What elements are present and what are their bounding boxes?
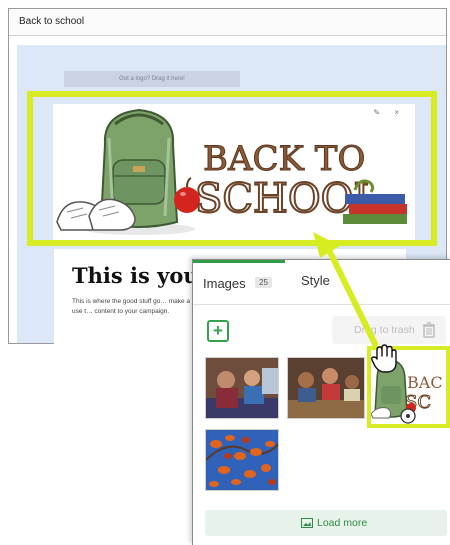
autumn-leaves-photo-thumbnail	[206, 430, 278, 490]
classroom-photo-thumbnail	[206, 358, 278, 418]
pointer-cursor-icon	[400, 408, 416, 424]
grab-hand-cursor-icon	[371, 344, 397, 373]
thumbnail-title-text: BAC	[407, 373, 443, 392]
trash-label: Drag to trash	[354, 324, 415, 336]
images-count-badge: 25	[255, 277, 272, 288]
tab-images-label: Images	[203, 276, 246, 291]
load-more-label: Load more	[317, 517, 368, 529]
tab-style[interactable]: Style	[301, 273, 330, 288]
image-thumbnail[interactable]	[205, 357, 279, 419]
image-thumbnail[interactable]	[287, 357, 365, 419]
logo-drop-zone[interactable]: Got a logo? Drag it here!	[64, 71, 240, 87]
campaign-title[interactable]: Back to school	[19, 16, 84, 27]
trash-icon	[423, 322, 435, 338]
add-image-button[interactable]: +	[207, 320, 229, 342]
load-more-button[interactable]: Load more	[205, 510, 447, 536]
panel-tabs: Images 25 Style	[193, 260, 450, 305]
logo-drop-label: Got a logo? Drag it here!	[119, 76, 185, 82]
drop-target-highlight	[27, 91, 437, 246]
image-thumbnail[interactable]	[205, 429, 279, 491]
drag-to-trash-zone[interactable]: Drag to trash	[332, 316, 446, 344]
tab-images[interactable]: Images 25	[193, 260, 285, 304]
image-icon	[301, 518, 313, 528]
editor-title-bar: Back to school	[9, 9, 446, 36]
students-photo-thumbnail	[288, 358, 364, 418]
